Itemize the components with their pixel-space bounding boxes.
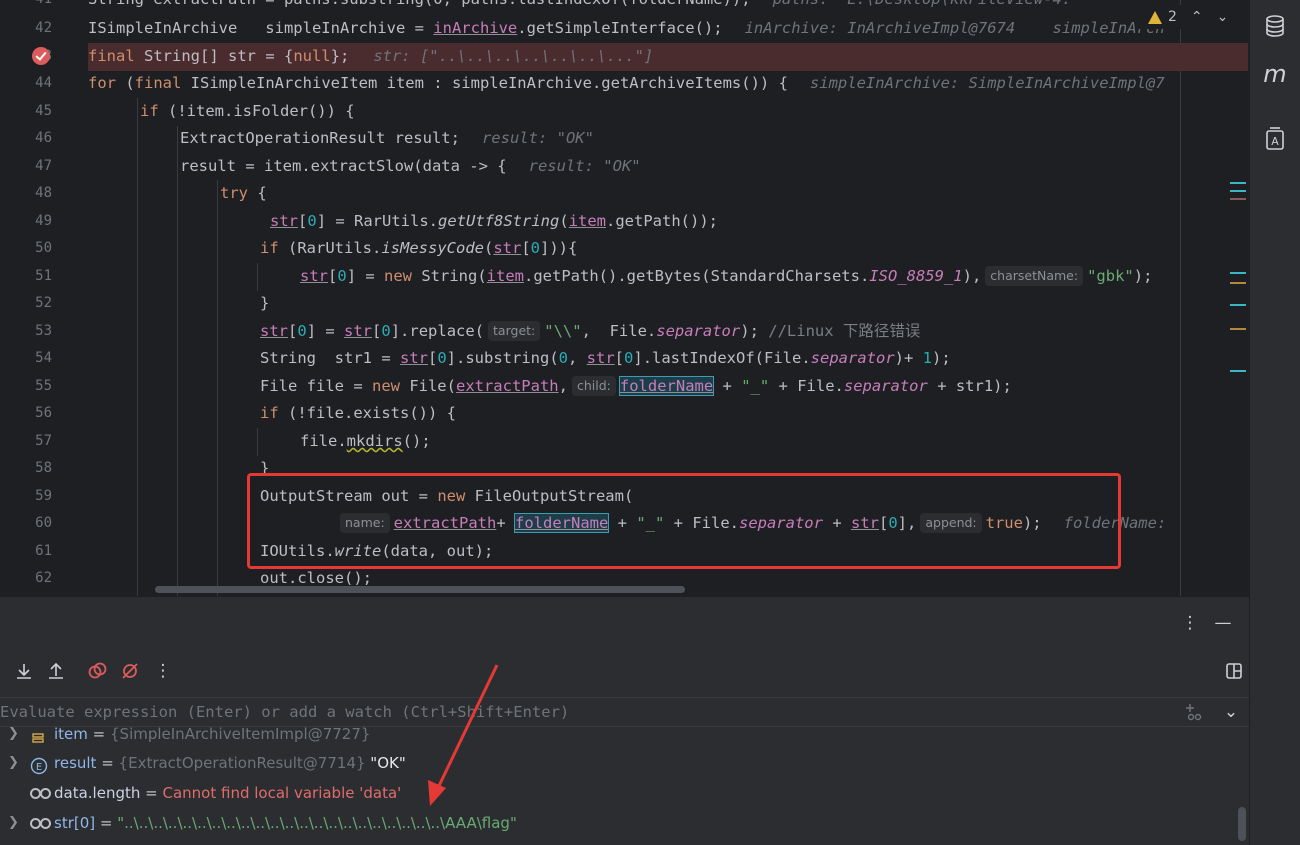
stripe-mark[interactable]: [1230, 182, 1246, 184]
warning-icon: [1148, 10, 1162, 24]
line-number[interactable]: 49: [0, 208, 52, 236]
code-line-43[interactable]: final String[] str = {null}; str: ["..\..…: [88, 43, 1248, 71]
code-line-57[interactable]: file.mkdirs();: [88, 428, 1248, 456]
notifications-icon[interactable]: A: [1261, 124, 1289, 152]
code-line-47[interactable]: result = item.extractSlow(data -> {resul…: [88, 153, 1248, 181]
chevron-up-icon[interactable]: ⌃: [1191, 9, 1203, 25]
code-line-46[interactable]: ExtractOperationResult result; result: "O…: [88, 125, 1248, 153]
svg-text:A: A: [1271, 135, 1279, 148]
mute-breakpoints-icon[interactable]: [118, 659, 142, 683]
field-icon: [30, 726, 46, 743]
param-hint: charsetName:: [985, 266, 1084, 286]
code-line-51[interactable]: str[0] = new String(item.getPath().getBy…: [88, 263, 1248, 291]
code-line-61[interactable]: IOUtils.write(data, out);: [88, 538, 1248, 566]
line-number[interactable]: 60: [0, 510, 52, 538]
line-number[interactable]: 56: [0, 400, 52, 428]
minimize-icon[interactable]: —: [1211, 611, 1235, 635]
breakpoint-icon[interactable]: [32, 47, 50, 65]
variable-row[interactable]: ❯ E result = {ExtractOperationResult@771…: [0, 748, 1240, 778]
line-number[interactable]: 41: [0, 0, 52, 14]
stripe-mark[interactable]: [1230, 304, 1246, 306]
maven-icon[interactable]: m: [1261, 60, 1289, 88]
stripe-mark[interactable]: [1230, 198, 1246, 200]
upload-icon[interactable]: [44, 659, 68, 683]
code-line-41[interactable]: String extractPath = paths.substring(0, …: [88, 0, 1248, 14]
expand-chevron-icon[interactable]: ❯: [8, 808, 19, 838]
enum-icon: E: [30, 755, 48, 775]
param-hint: name:: [340, 513, 390, 533]
line-number[interactable]: 53: [0, 318, 52, 346]
layout-icon[interactable]: [1222, 659, 1246, 683]
line-number[interactable]: 61: [0, 538, 52, 566]
param-hint: append:: [920, 513, 982, 533]
warning-count: 2: [1168, 9, 1177, 25]
stripe-mark[interactable]: [1230, 328, 1246, 330]
code-line-60[interactable]: name: extractPath+ folderName + "_" + Fil…: [88, 510, 1248, 538]
inline-debug-value: result: "OK": [481, 129, 594, 147]
code-line-42[interactable]: ISimpleInArchive simpleInArchive = inArc…: [88, 15, 1248, 43]
variables-scrollbar[interactable]: [1238, 807, 1246, 841]
expand-chevron-icon[interactable]: ❯: [8, 748, 19, 778]
code-line-55[interactable]: File file = new File(extractPath, child: f…: [88, 373, 1248, 401]
database-icon[interactable]: [1261, 12, 1289, 40]
more-options-icon[interactable]: ⋮: [1178, 611, 1202, 635]
line-number[interactable]: 55: [0, 373, 52, 401]
line-number[interactable]: 50: [0, 235, 52, 263]
stripe-mark[interactable]: [1230, 272, 1246, 274]
line-number[interactable]: 58: [0, 455, 52, 483]
line-number[interactable]: 45: [0, 98, 52, 126]
watch-glasses-icon: [30, 788, 51, 799]
line-number[interactable]: 48: [0, 180, 52, 208]
code-line-44[interactable]: for (final ISimpleInArchiveItem item : s…: [88, 70, 1248, 98]
inline-debug-value: result: "OK": [528, 157, 641, 175]
stripe-mark[interactable]: [1230, 282, 1246, 284]
inspection-widget[interactable]: 2 ⌃ ⌄: [1138, 5, 1248, 29]
line-number[interactable]: 59: [0, 483, 52, 511]
line-number[interactable]: 52: [0, 290, 52, 318]
debug-panel: ⋮ — ⋮ ⌄ ❯ item = {SimpleInArchiveItemImp…: [0, 596, 1249, 845]
code-line-59[interactable]: OutputStream out = new FileOutputStream(: [88, 483, 1248, 511]
inline-debug-value: paths: "E:\Desktop\kkFileView-4.: [773, 0, 1072, 8]
code-line-48[interactable]: try {: [88, 180, 1248, 208]
inline-debug-value: simpleInArchive: SimpleInArchiveImpl@7: [809, 74, 1165, 92]
param-hint: child:: [571, 376, 616, 396]
code-line-58[interactable]: }: [88, 455, 1248, 483]
code-line-53[interactable]: str[0] = str[0].replace(target: "\\", Fil…: [88, 318, 1248, 346]
right-tool-strip: m A: [1249, 0, 1300, 845]
line-number[interactable]: 62: [0, 565, 52, 593]
line-number[interactable]: 44: [0, 70, 52, 98]
error-stripe[interactable]: [1230, 180, 1248, 420]
svg-text:E: E: [36, 762, 42, 773]
inline-debug-value: str: ["..\..\..\..\..\..\..."]: [373, 47, 654, 65]
line-number[interactable]: 46: [0, 125, 52, 153]
code-line-52[interactable]: }: [88, 290, 1248, 318]
code-line-50[interactable]: if (RarUtils.isMessyCode(str[0])){: [88, 235, 1248, 263]
inline-debug-value: folderName:: [1063, 514, 1167, 532]
variable-row[interactable]: ❯ item = {SimpleInArchiveItemImpl@7727}: [0, 719, 1240, 749]
line-number[interactable]: 57: [0, 428, 52, 456]
param-hint: target:: [488, 321, 541, 341]
view-breakpoints-icon[interactable]: [86, 659, 110, 683]
code-line-54[interactable]: String str1 = str[0].substring(0, str[0]…: [88, 345, 1248, 373]
more-actions-icon[interactable]: ⋮: [151, 659, 175, 683]
code-line-56[interactable]: if (!file.exists()) {: [88, 400, 1248, 428]
stripe-mark[interactable]: [1230, 370, 1246, 372]
watch-row[interactable]: ❯ str[0] = "..\..\..\..\..\..\..\..\..\.…: [0, 808, 1240, 838]
chevron-down-icon[interactable]: ⌄: [1217, 9, 1229, 25]
code-line-49[interactable]: str[0] = RarUtils.getUtf8String(item.get…: [88, 208, 1248, 236]
horizontal-scrollbar[interactable]: [155, 586, 685, 593]
line-number[interactable]: 54: [0, 345, 52, 373]
inline-debug-value: inArchive: InArchiveImpl@7674 simpleInAr…: [744, 19, 1165, 37]
expand-chevron-icon[interactable]: ❯: [8, 719, 19, 749]
watch-glasses-icon: [30, 818, 51, 829]
stripe-mark[interactable]: [1230, 190, 1246, 192]
line-number[interactable]: 47: [0, 153, 52, 181]
line-number[interactable]: 42: [0, 15, 52, 43]
watch-row[interactable]: data.length = Cannot find local variable…: [0, 778, 1240, 808]
code-editor[interactable]: 4142434445464748495051525354555657585960…: [0, 0, 1248, 596]
code-line-45[interactable]: if (!item.isFolder()) {: [88, 98, 1248, 126]
line-number[interactable]: 51: [0, 263, 52, 291]
download-icon[interactable]: [12, 659, 36, 683]
